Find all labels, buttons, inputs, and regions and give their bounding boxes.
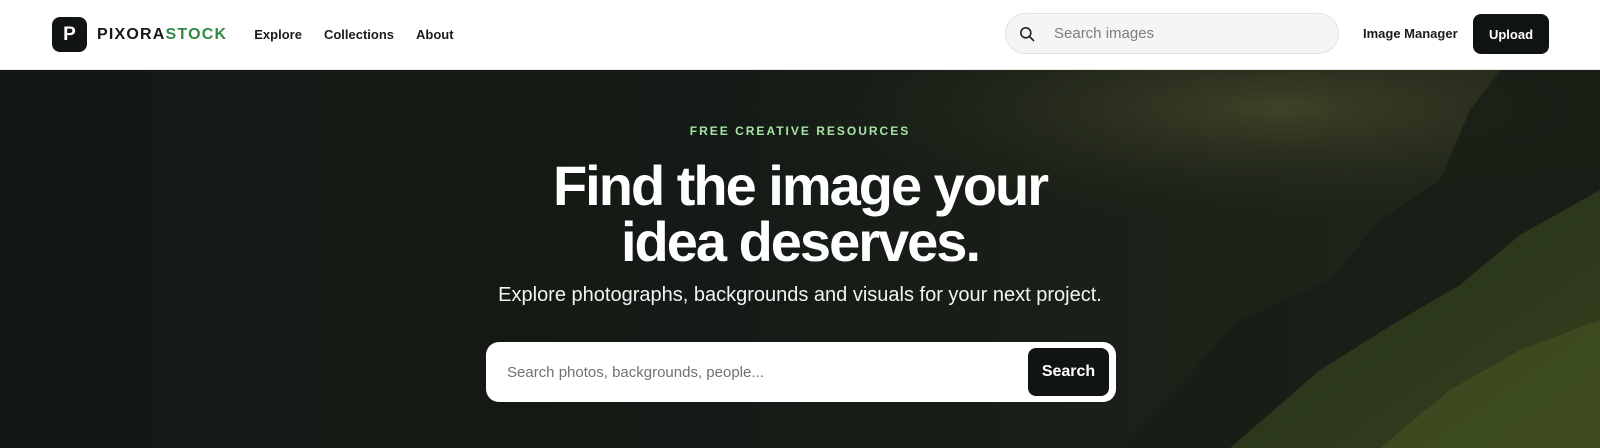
- hero-headline: Find the image your idea deserves.: [552, 154, 1049, 273]
- upload-button[interactable]: Upload: [1473, 14, 1549, 54]
- nav-link-about[interactable]: About: [416, 27, 454, 42]
- logo-wordmark: PIXORASTOCK: [97, 26, 227, 44]
- image-manager-link[interactable]: Image Manager: [1363, 26, 1458, 41]
- nav-link-collections[interactable]: Collections: [324, 27, 394, 42]
- hero-content: FREE CREATIVE RESOURCES Find the image y…: [0, 70, 1600, 448]
- header-search-input[interactable]: [1054, 25, 1314, 42]
- hero-search-input[interactable]: [507, 363, 1007, 381]
- hero-subline: Explore photographs, backgrounds and vis…: [498, 284, 1102, 306]
- brand-logo[interactable]: P PIXORASTOCK: [52, 17, 227, 52]
- hero-search-box[interactable]: Search: [486, 342, 1116, 402]
- main-nav: Explore Collections About: [254, 27, 475, 42]
- logo-mark: P: [52, 17, 87, 52]
- hero-eyebrow: FREE CREATIVE RESOURCES: [689, 124, 911, 138]
- nav-link-explore[interactable]: Explore: [254, 27, 302, 42]
- search-icon: [1019, 26, 1035, 42]
- header-search-box[interactable]: [1005, 13, 1339, 54]
- logo-wordmark-part2: STOCK: [165, 25, 228, 43]
- hero-section: FREE CREATIVE RESOURCES Find the image y…: [0, 70, 1600, 448]
- logo-wordmark-part1: PIXORA: [97, 25, 166, 43]
- hero-search-button[interactable]: Search: [1028, 348, 1109, 396]
- top-navigation-bar: P PIXORASTOCK Explore Collections About …: [0, 0, 1600, 70]
